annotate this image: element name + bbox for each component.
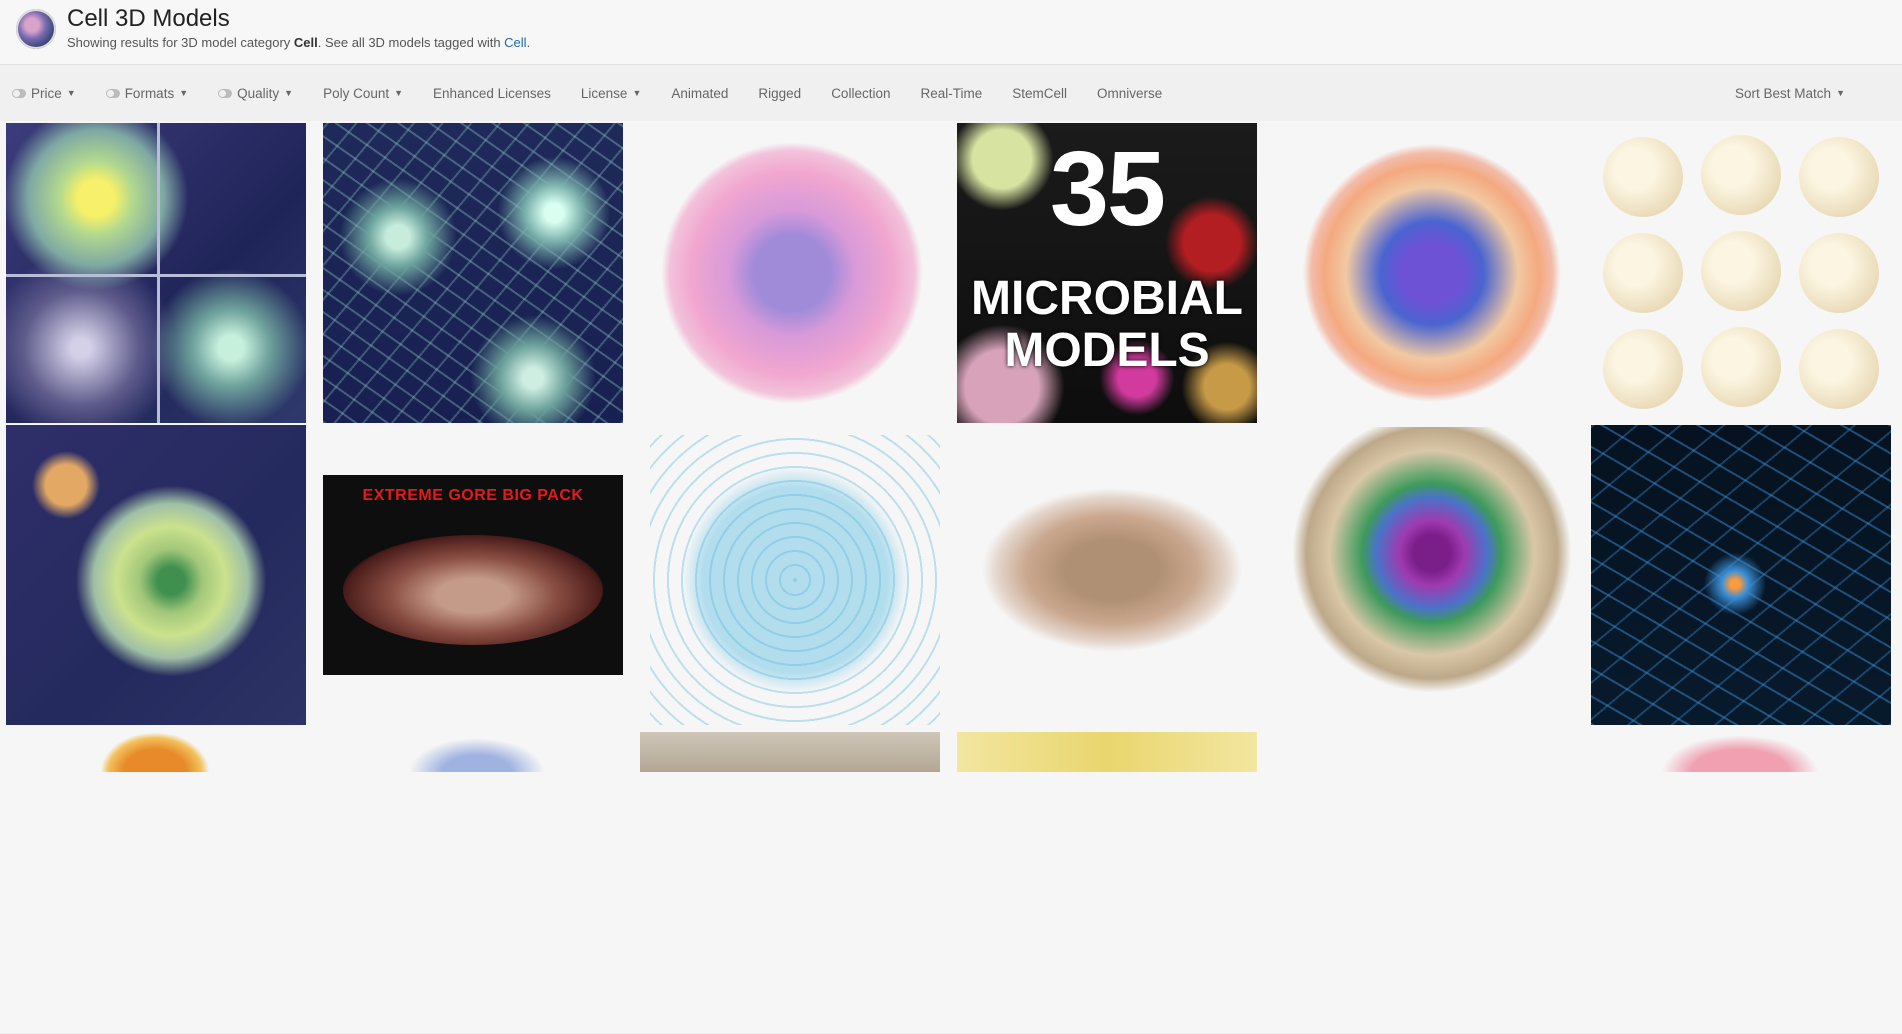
- sort-label: Sort Best Match: [1735, 85, 1832, 101]
- microbial-count: 35: [1050, 130, 1166, 248]
- result-tile[interactable]: [0, 425, 318, 730]
- product-thumbnail[interactable]: [1278, 123, 1574, 423]
- product-thumbnail[interactable]: [977, 485, 1247, 655]
- caret-down-icon: ▼: [1836, 88, 1845, 98]
- filter-label: StemCell: [1012, 85, 1067, 101]
- product-thumbnail[interactable]: [1591, 425, 1891, 725]
- caret-down-icon: ▼: [179, 88, 189, 98]
- white-blood-cell: [1603, 137, 1683, 217]
- white-blood-cell: [1701, 231, 1781, 311]
- result-tile[interactable]: [634, 121, 952, 426]
- filter-enhanced-licenses[interactable]: Enhanced Licenses: [433, 86, 551, 101]
- result-tile[interactable]: [1585, 121, 1902, 426]
- result-tile[interactable]: [951, 425, 1269, 730]
- filter-stemcell[interactable]: StemCell: [1012, 86, 1067, 101]
- white-blood-cell: [1799, 329, 1879, 409]
- filter-label: Price: [31, 85, 62, 101]
- result-tile[interactable]: 35 MICROBIAL MODELS: [951, 121, 1269, 426]
- filter-poly-count[interactable]: Poly Count ▼: [323, 86, 403, 101]
- filter-label: License: [580, 85, 628, 101]
- product-thumbnail[interactable]: [650, 435, 940, 725]
- product-thumbnail[interactable]: EXTREME GORE BIG PACK: [323, 475, 623, 675]
- filter-animated[interactable]: Animated: [671, 86, 728, 101]
- product-thumbnail[interactable]: [6, 425, 306, 725]
- microbial-word: MICROBIAL: [971, 272, 1243, 325]
- subtitle-mid: . See all 3D models tagged with: [317, 35, 505, 50]
- filter-real-time[interactable]: Real-Time: [920, 86, 982, 101]
- tag-link[interactable]: Cell: [504, 35, 526, 50]
- caret-down-icon: ▼: [66, 88, 76, 98]
- page-subtitle: Showing results for 3D model category Ce…: [67, 35, 530, 50]
- result-tile[interactable]: [0, 729, 318, 1034]
- filter-label: Enhanced Licenses: [433, 85, 551, 101]
- microbial-word: MODELS: [1004, 324, 1210, 377]
- white-blood-cell: [1603, 233, 1683, 313]
- product-thumbnail[interactable]: [957, 732, 1257, 772]
- filter-label: Animated: [671, 85, 729, 101]
- filter-label: Poly Count: [323, 85, 390, 101]
- product-thumbnail[interactable]: [397, 732, 557, 772]
- filter-price[interactable]: Price ▼: [12, 86, 76, 101]
- page-header: Cell 3D Models Showing results for 3D mo…: [0, 0, 1902, 65]
- result-tile[interactable]: [1268, 121, 1586, 426]
- filter-label: Quality: [237, 85, 280, 101]
- sort-dropdown[interactable]: Sort Best Match ▼: [1735, 65, 1845, 121]
- toggle-icon: [12, 88, 26, 98]
- result-tile[interactable]: [634, 425, 952, 730]
- product-thumbnail[interactable]: [6, 123, 306, 423]
- filter-list: Price ▼ Formats ▼ Quality ▼ Poly Count ▼…: [12, 65, 1192, 121]
- product-thumbnail[interactable]: [1591, 123, 1891, 423]
- product-thumbnail[interactable]: [640, 732, 940, 772]
- result-tile[interactable]: EXTREME GORE BIG PACK: [317, 425, 635, 730]
- result-tile[interactable]: [1585, 425, 1902, 730]
- product-thumbnail[interactable]: [644, 123, 940, 423]
- product-thumbnail[interactable]: [323, 123, 623, 423]
- page-title: Cell 3D Models: [67, 5, 230, 32]
- result-tile[interactable]: [317, 121, 635, 426]
- filter-label: Omniverse: [1097, 85, 1163, 101]
- filter-rigged[interactable]: Rigged: [758, 86, 801, 101]
- toggle-icon: [218, 88, 233, 98]
- filter-label: Formats: [124, 85, 175, 101]
- category-cell-icon: [16, 9, 56, 49]
- filter-license[interactable]: License ▼: [581, 86, 641, 101]
- white-blood-cell: [1603, 329, 1683, 409]
- result-tile[interactable]: [1268, 425, 1586, 730]
- result-tile[interactable]: [951, 729, 1269, 1034]
- filter-quality[interactable]: Quality ▼: [218, 86, 293, 101]
- subtitle-prefix: Showing results for 3D model category: [67, 35, 294, 50]
- filter-bar: Price ▼ Formats ▼ Quality ▼ Poly Count ▼…: [0, 65, 1902, 122]
- product-thumbnail[interactable]: [100, 732, 210, 772]
- result-tile[interactable]: [317, 729, 635, 1034]
- gore-pack-title: EXTREME GORE BIG PACK: [362, 487, 584, 504]
- caret-down-icon: ▼: [394, 88, 404, 98]
- product-thumbnail[interactable]: [1655, 732, 1825, 772]
- white-blood-cell: [1799, 137, 1879, 217]
- product-thumbnail[interactable]: [1278, 427, 1574, 727]
- filter-label: Real-Time: [920, 85, 983, 101]
- white-blood-cell: [1701, 135, 1781, 215]
- result-tile[interactable]: [1268, 729, 1586, 1034]
- toggle-icon: [105, 88, 120, 98]
- white-blood-cell: [1799, 233, 1879, 313]
- filter-label: Collection: [831, 85, 891, 101]
- result-tile[interactable]: [634, 729, 952, 1034]
- caret-down-icon: ▼: [632, 88, 642, 98]
- filter-label: Rigged: [758, 85, 802, 101]
- product-thumbnail[interactable]: [1274, 732, 1574, 772]
- filter-collection[interactable]: Collection: [831, 86, 890, 101]
- product-thumbnail[interactable]: 35 MICROBIAL MODELS: [957, 123, 1257, 423]
- filter-formats[interactable]: Formats ▼: [105, 85, 189, 101]
- result-tile[interactable]: [1585, 729, 1902, 1034]
- caret-down-icon: ▼: [284, 88, 294, 98]
- subtitle-end: .: [526, 35, 531, 50]
- white-blood-cell: [1701, 327, 1781, 407]
- filter-omniverse[interactable]: Omniverse: [1097, 86, 1162, 101]
- result-tile[interactable]: [0, 121, 318, 426]
- subtitle-category: Cell: [293, 35, 318, 50]
- gore-scene: [343, 535, 603, 645]
